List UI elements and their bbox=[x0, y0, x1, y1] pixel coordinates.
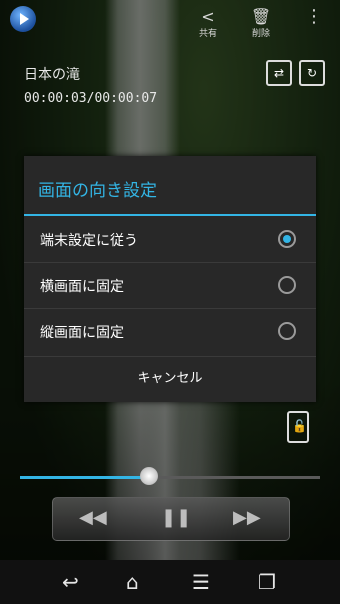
playback-time: 00:00:03/00:00:07 bbox=[24, 91, 158, 106]
radio-unselected-icon[interactable] bbox=[278, 322, 296, 340]
home-icon[interactable]: ⌂ bbox=[126, 570, 139, 594]
menu-icon[interactable]: ☰ bbox=[192, 570, 210, 594]
cancel-button[interactable]: キャンセル bbox=[24, 356, 316, 403]
radio-selected-icon[interactable] bbox=[278, 230, 296, 248]
rewind-icon[interactable]: ◀◀ bbox=[79, 507, 107, 528]
seek-bar[interactable] bbox=[20, 476, 320, 479]
option-landscape-lock[interactable]: 横画面に固定 bbox=[24, 263, 316, 309]
option-label: 端末設定に従う bbox=[40, 233, 138, 249]
option-portrait-lock[interactable]: 縦画面に固定 bbox=[24, 309, 316, 354]
navigation-bar: ↩ ⌂ ☰ ❐ bbox=[0, 560, 340, 604]
option-label: 縦画面に固定 bbox=[40, 325, 124, 341]
recent-apps-icon[interactable]: ❐ bbox=[258, 570, 276, 594]
share-button[interactable]: < 共有 bbox=[192, 7, 224, 40]
pause-icon[interactable]: ❚❚ bbox=[161, 507, 191, 528]
rotate-icon: ↻ bbox=[306, 66, 318, 80]
dialog-title-divider bbox=[24, 214, 316, 216]
overflow-menu-icon: ⋮ bbox=[305, 6, 323, 27]
delete-label: 削除 bbox=[251, 29, 270, 39]
playback-controls: ◀◀ ❚❚ ▶▶ bbox=[52, 497, 290, 541]
option-follow-device[interactable]: 端末設定に従う bbox=[24, 217, 316, 263]
dialog-title: 画面の向き設定 bbox=[38, 181, 157, 201]
delete-button[interactable]: 🗑 削除 bbox=[245, 7, 277, 40]
overflow-menu-button[interactable]: ⋮ bbox=[305, 6, 323, 27]
option-label: 横画面に固定 bbox=[40, 279, 124, 295]
back-icon[interactable]: ↩ bbox=[62, 570, 79, 594]
lock-button[interactable]: 🔓 bbox=[287, 411, 309, 443]
lock-icon: 🔓 bbox=[292, 419, 307, 433]
share-label: 共有 bbox=[198, 29, 217, 39]
repeat-button[interactable]: ⇄ bbox=[266, 60, 292, 86]
radio-unselected-icon[interactable] bbox=[278, 276, 296, 294]
seek-thumb[interactable] bbox=[140, 467, 158, 485]
video-title: 日本の滝 bbox=[24, 67, 80, 83]
seek-progress bbox=[20, 476, 149, 479]
rotate-button[interactable]: ↻ bbox=[299, 60, 325, 86]
app-logo[interactable] bbox=[10, 6, 36, 32]
orientation-dialog: 画面の向き設定 端末設定に従う 横画面に固定 縦画面に固定 キャンセル bbox=[24, 156, 316, 402]
trash-icon: 🗑 bbox=[250, 7, 272, 26]
share-icon: < bbox=[201, 7, 215, 26]
fast-forward-icon[interactable]: ▶▶ bbox=[233, 507, 261, 528]
repeat-icon: ⇄ bbox=[273, 66, 285, 80]
